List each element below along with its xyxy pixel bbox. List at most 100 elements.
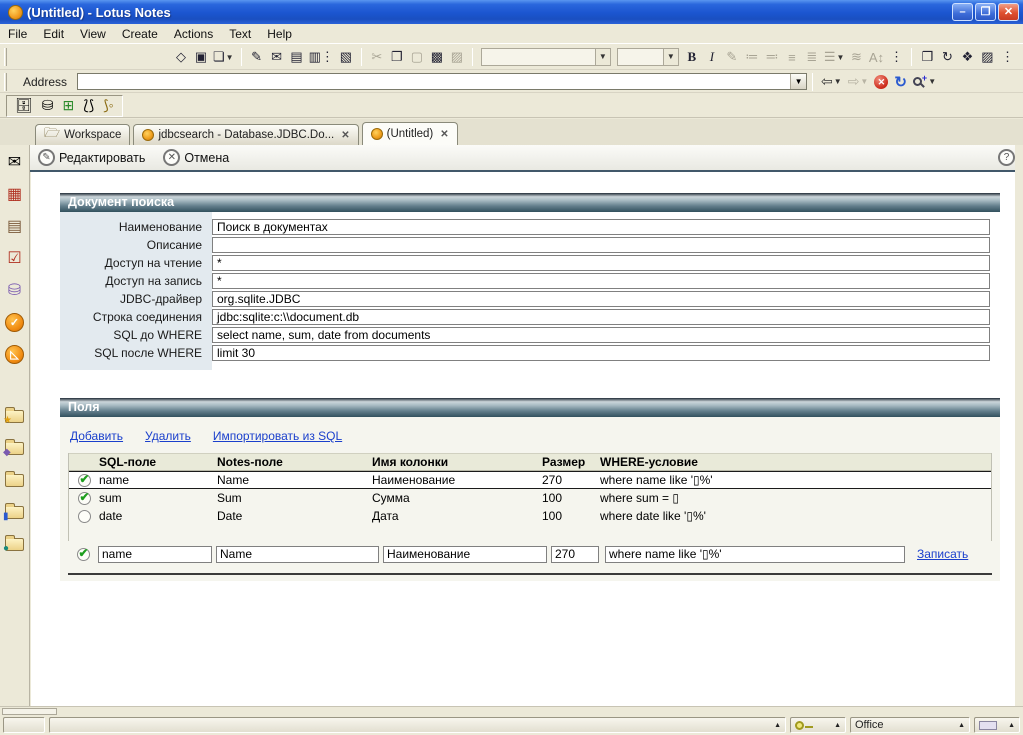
menu-actions[interactable]: Actions xyxy=(166,25,221,43)
cut-icon[interactable]: ✂ xyxy=(367,47,387,67)
back-button[interactable]: ⇦▼ xyxy=(821,73,842,90)
status-inbox-segment[interactable]: ▲ xyxy=(974,717,1020,733)
status-network-segment[interactable] xyxy=(3,717,45,733)
close-button[interactable]: ✕ xyxy=(998,3,1019,21)
print-icon[interactable]: ▤ xyxy=(287,47,307,67)
dialup-icon[interactable]: ⟅⟆ xyxy=(83,97,94,114)
replicator-bookmark-icon[interactable]: ✓ xyxy=(3,310,27,334)
indent-icon[interactable]: ≔ xyxy=(742,47,762,67)
tab-workspace[interactable]: 🗁 Workspace xyxy=(35,124,130,145)
notes-clipboard-icon[interactable]: ▨ xyxy=(977,47,997,67)
edit-document-icon[interactable]: ✎ xyxy=(247,47,267,67)
editor-sql-field-input[interactable] xyxy=(98,546,212,563)
editor-size-input[interactable] xyxy=(551,546,599,563)
calendar-bookmark-icon[interactable]: ▦ xyxy=(3,182,27,206)
row-disabled-icon[interactable] xyxy=(78,510,91,523)
personal-journal-bookmark-icon[interactable]: ⛁ xyxy=(3,278,27,302)
account-icon[interactable]: ⟆◦ xyxy=(103,97,113,114)
copy-icon[interactable]: ❐ xyxy=(387,47,407,67)
field-value-jdbc-driver[interactable]: org.sqlite.JDBC xyxy=(212,291,990,307)
add-link[interactable]: Добавить xyxy=(70,429,123,443)
toolbar-grip[interactable] xyxy=(4,48,7,66)
import-from-sql-link[interactable]: Импортировать из SQL xyxy=(213,429,342,443)
bold-icon[interactable]: B xyxy=(682,47,702,67)
paste-special-icon[interactable]: ▩ xyxy=(427,47,447,67)
spacing-icon[interactable]: ≋ xyxy=(846,47,866,67)
editor-notes-field-input[interactable] xyxy=(216,546,379,563)
address-input[interactable]: ▼ xyxy=(77,73,807,90)
save-row-link[interactable]: Записать xyxy=(917,547,968,561)
stop-button[interactable]: ✕ xyxy=(874,75,888,89)
horizontal-scrollbar[interactable] xyxy=(0,706,1023,715)
scrollbar-thumb[interactable] xyxy=(2,708,57,715)
todo-bookmark-icon[interactable]: ☑ xyxy=(3,246,27,270)
editor-where-input[interactable] xyxy=(605,546,905,563)
menu-help[interactable]: Help xyxy=(259,25,300,43)
status-message-segment[interactable]: ▲ xyxy=(49,717,786,733)
favorites-folder-icon[interactable]: ★ xyxy=(3,404,27,428)
cancel-action-button[interactable]: ✕ Отмена xyxy=(163,149,229,166)
toolbar-overflow-icon[interactable]: ⋮ xyxy=(886,47,906,67)
address-dropdown-icon[interactable]: ▼ xyxy=(790,74,806,89)
paste-icon[interactable]: ▢ xyxy=(407,47,427,67)
replicate-icon[interactable]: ↻ xyxy=(937,47,957,67)
table-row[interactable]: date Date Дата 100 where date like '▯%' xyxy=(69,507,991,525)
status-location-segment[interactable]: Office▲ xyxy=(850,717,970,733)
save-icon[interactable]: ▣ xyxy=(191,47,211,67)
menu-text[interactable]: Text xyxy=(221,25,259,43)
refresh-button[interactable]: ↻ xyxy=(894,73,907,91)
databases-folder-icon[interactable]: ◆ xyxy=(3,436,27,460)
menu-file[interactable]: File xyxy=(0,25,35,43)
internet-search-folder-icon[interactable]: ● xyxy=(3,532,27,556)
search-button[interactable]: +▼ xyxy=(913,77,936,87)
forward-mail-icon[interactable]: ✉ xyxy=(267,47,287,67)
italic-icon[interactable]: I xyxy=(702,47,722,67)
forward-button[interactable]: ⇨▼ xyxy=(848,73,869,90)
tab-close-icon[interactable]: ✕ xyxy=(341,130,349,141)
table-row[interactable]: name Name Наименование 270 where name li… xyxy=(69,471,991,489)
more-bookmarks-folder-icon[interactable] xyxy=(3,468,27,492)
field-value-read-access[interactable]: * xyxy=(212,255,990,271)
minimize-button[interactable]: – xyxy=(952,3,973,21)
restore-button[interactable]: ❐ xyxy=(975,3,996,21)
mail-bookmark-icon[interactable]: ✉ xyxy=(3,150,27,174)
row-enabled-icon[interactable] xyxy=(78,474,91,487)
open-navigator-icon[interactable]: ◇ xyxy=(171,47,191,67)
stack-windows-icon[interactable]: ❒ xyxy=(917,47,937,67)
field-value-sql-before-where[interactable]: select name, sum, date from documents xyxy=(212,327,990,343)
tab-jdbcsearch[interactable]: jdbcsearch - Database.JDBC.Do... ✕ xyxy=(133,124,358,145)
field-value-description[interactable] xyxy=(212,237,990,253)
toolbar-overflow2-icon[interactable]: ⋮ xyxy=(997,47,1017,67)
tab-close-icon[interactable]: ✕ xyxy=(440,129,448,140)
delete-link[interactable]: Удалить xyxy=(145,429,191,443)
contacts-bookmark-icon[interactable]: ▤ xyxy=(3,214,27,238)
designer-bookmark-icon[interactable]: ◺ xyxy=(3,342,27,366)
font-size-combobox[interactable]: ▼ xyxy=(617,48,679,66)
editor-column-name-input[interactable] xyxy=(383,546,547,563)
database-open-icon[interactable]: 🗄 xyxy=(15,97,33,114)
new-database-icon[interactable]: ⊞ xyxy=(63,97,75,114)
bullet-list-icon[interactable]: ≡ xyxy=(782,47,802,67)
align-icon[interactable]: ☰▼ xyxy=(822,47,847,67)
field-value-connection-string[interactable]: jdbc:sqlite:c:\\document.db xyxy=(212,309,990,325)
highlighter-icon[interactable]: ✎ xyxy=(722,47,742,67)
clipboard-icon[interactable]: ▧ xyxy=(336,47,356,67)
status-security-segment[interactable]: ▲ xyxy=(790,717,846,733)
field-value-sql-after-where[interactable]: limit 30 xyxy=(212,345,990,361)
menu-edit[interactable]: Edit xyxy=(35,25,72,43)
font-combobox[interactable]: ▼ xyxy=(481,48,611,66)
field-value-name[interactable]: Поиск в документах xyxy=(212,219,990,235)
address-grip[interactable] xyxy=(4,73,7,91)
tab-untitled[interactable]: (Untitled) ✕ xyxy=(362,122,458,145)
field-value-write-access[interactable]: * xyxy=(212,273,990,289)
editor-enabled-icon[interactable] xyxy=(77,548,90,561)
text-properties-icon[interactable]: A↕ xyxy=(866,47,886,67)
menu-create[interactable]: Create xyxy=(114,25,166,43)
numbered-list-icon[interactable]: ≣ xyxy=(802,47,822,67)
help-icon[interactable]: ? xyxy=(998,149,1015,166)
history-folder-icon[interactable]: ▮ xyxy=(3,500,27,524)
database-mail-icon[interactable]: ⛁ xyxy=(42,97,54,114)
format-painter-icon[interactable]: ▨ xyxy=(447,47,467,67)
edit-action-button[interactable]: ✎ Редактировать xyxy=(38,149,145,166)
outdent-icon[interactable]: ≕ xyxy=(762,47,782,67)
